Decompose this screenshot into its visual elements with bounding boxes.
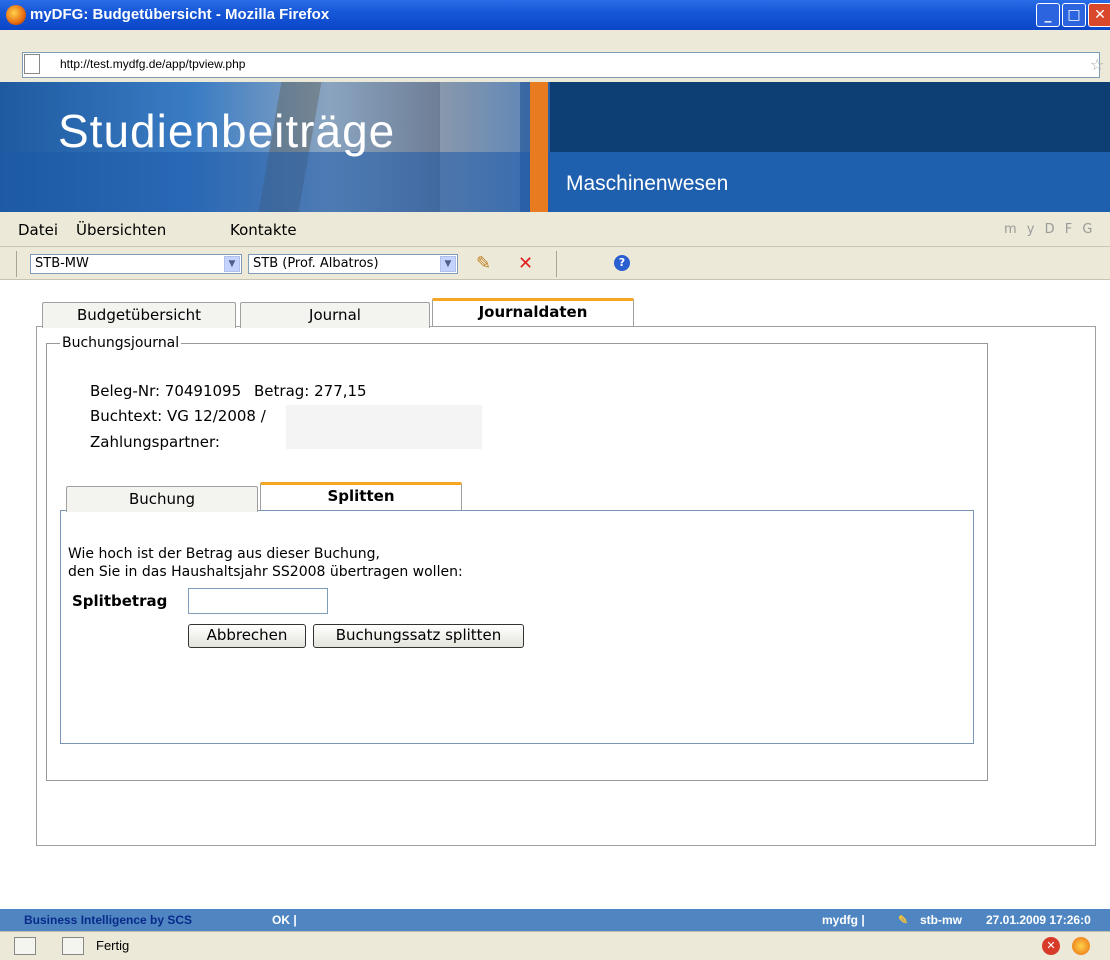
status-user: stb-mw	[920, 913, 962, 927]
budget-select-value: STB (Prof. Albatros)	[253, 256, 379, 271]
main-content: Budgetübersicht Journal Journaldaten Buc…	[0, 281, 1110, 901]
betrag: Betrag: 277,15	[254, 382, 367, 400]
maximize-button[interactable]: □	[1062, 3, 1086, 27]
status-app: mydfg |	[822, 913, 865, 927]
delete-icon[interactable]: ✕	[518, 254, 533, 274]
chevron-down-icon[interactable]: ▼	[224, 256, 240, 272]
pen-icon[interactable]	[14, 937, 36, 955]
splitbetrag-label: Splitbetrag	[72, 592, 168, 610]
window-titlebar: myDFG: Budgetübersicht - Mozilla Firefox…	[0, 0, 1110, 30]
browser-status-text: Fertig	[96, 938, 130, 953]
menu-datei[interactable]: Datei	[18, 221, 58, 239]
toolbar: STB-MW ▼ STB (Prof. Albatros) ▼ ✎ ✕ ?	[0, 246, 1110, 280]
help-icon[interactable]: ?	[614, 255, 630, 271]
unit-select-value: STB-MW	[35, 256, 89, 271]
budget-select[interactable]: STB (Prof. Albatros) ▼	[248, 254, 458, 274]
ruler-icon[interactable]	[62, 937, 84, 955]
beleg-nr: Beleg-Nr: 70491095	[90, 382, 242, 400]
banner-title: Studienbeiträge	[58, 105, 396, 157]
firefox-status-icon[interactable]	[1072, 937, 1090, 955]
tab-journaldaten[interactable]: Journaldaten	[432, 298, 634, 326]
error-icon[interactable]: ✕	[1042, 937, 1060, 955]
status-left-text: Business Intelligence by SCS	[24, 913, 193, 927]
zahlungspartner: Zahlungspartner:	[90, 433, 220, 451]
close-window-button[interactable]: ✕	[1088, 3, 1110, 27]
header-banner: Studienbeiträge Maschinenwesen	[0, 82, 1110, 212]
firefox-logo-icon	[6, 5, 26, 25]
buchtext: Buchtext: VG 12/2008 /	[90, 407, 266, 425]
app-statusbar: Business Intelligence by SCS OK | mydfg …	[0, 909, 1110, 931]
minimize-button[interactable]: _	[1036, 3, 1060, 27]
subtab-buchung[interactable]: Buchung	[66, 486, 258, 512]
tab-journal[interactable]: Journal	[240, 302, 430, 328]
tab-budgetuebersicht[interactable]: Budgetübersicht	[42, 302, 236, 328]
pencil-icon[interactable]: ✎	[476, 254, 491, 274]
tools-icon: ✎	[898, 913, 909, 927]
bookmark-star-icon[interactable]: ☆	[1090, 55, 1104, 74]
redacted-area	[286, 405, 482, 449]
menu-kontakte[interactable]: Kontakte	[230, 221, 297, 239]
unit-select[interactable]: STB-MW ▼	[30, 254, 242, 274]
url-text[interactable]: http://test.mydfg.de/app/tpview.php	[60, 57, 245, 71]
address-bar: http://test.mydfg.de/app/tpview.php ☆	[0, 30, 1110, 82]
brand-logo: m y D F G	[1004, 222, 1096, 237]
status-ok: OK |	[272, 913, 297, 927]
splitbetrag-input[interactable]	[188, 588, 328, 614]
split-question-line1: Wie hoch ist der Betrag aus dieser Buchu…	[68, 546, 380, 562]
cancel-button[interactable]: Abbrechen	[188, 624, 306, 648]
toolbar-separator	[16, 251, 17, 277]
page-icon	[24, 54, 40, 74]
chevron-down-icon[interactable]: ▼	[440, 256, 456, 272]
banner-subtitle: Maschinenwesen	[566, 172, 729, 195]
banner-accent	[530, 82, 548, 212]
fieldset-legend: Buchungsjournal	[60, 335, 182, 351]
split-button[interactable]: Buchungssatz splitten	[313, 624, 524, 648]
toolbar-separator	[556, 251, 557, 277]
window-title: myDFG: Budgetübersicht - Mozilla Firefox	[30, 6, 330, 23]
menu-bar: Datei Übersichten Kontakte m y D F G	[0, 212, 1110, 246]
browser-statusbar: Fertig ✕	[0, 931, 1110, 960]
split-question-line2: den Sie in das Haushaltsjahr SS2008 über…	[68, 564, 463, 580]
status-datetime: 27.01.2009 17:26:0	[986, 913, 1091, 927]
menu-uebersichten[interactable]: Übersichten	[76, 221, 166, 239]
subtab-splitten[interactable]: Splitten	[260, 482, 462, 510]
